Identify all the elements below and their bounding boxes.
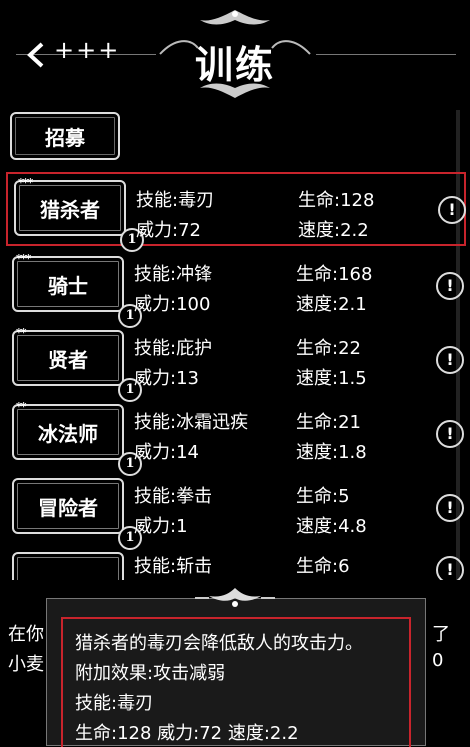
info-icon[interactable]: ! <box>436 272 464 300</box>
bg-dialog-text: 在你 <box>8 624 44 645</box>
info-icon[interactable]: ! <box>436 346 464 374</box>
unit-speed: 速度:1.5 <box>296 368 367 389</box>
unit-card[interactable]: ** 冰法师 1 <box>12 400 142 476</box>
bg-dialog-text: 小麦 <box>8 654 44 675</box>
back-button[interactable] <box>24 40 48 70</box>
tooltip-stats: 生命:128 威力:72 速度:2.2 <box>75 723 299 744</box>
unit-power: 威力:13 <box>134 368 199 389</box>
page-title: 训练 <box>194 42 275 87</box>
info-icon[interactable]: ! <box>438 196 466 224</box>
unit-hp: 生命:6 <box>296 556 350 577</box>
unit-skill: 技能:冲锋 <box>134 264 213 285</box>
unit-card[interactable]: *** 猎杀者 1 <box>14 176 144 252</box>
unit-name: 贤者 <box>48 347 88 372</box>
unit-rank-stars: *** <box>18 176 33 189</box>
unit-skill: 技能:拳击 <box>134 486 213 507</box>
unit-power: 威力:1 <box>134 516 188 537</box>
header-bar: +++ 训练 <box>0 0 470 104</box>
chevron-left-icon <box>27 42 44 68</box>
rank-stars: +++ <box>54 36 121 64</box>
unit-card[interactable]: 战士 <box>12 552 124 580</box>
unit-rank-stars: ** <box>16 326 26 339</box>
unit-row-sage[interactable]: ** 贤者 1 技能:庇护 威力:13 生命:22 速度:1.5 ! <box>6 324 466 402</box>
unit-speed: 速度:2.1 <box>296 294 367 315</box>
unit-hp: 生命:128 <box>298 190 375 211</box>
tooltip-highlight: 猎杀者的毒刃会降低敌人的攻击力。 附加效果:攻击减弱 技能:毒刃 生命:128 … <box>61 617 411 747</box>
unit-speed: 速度:2.2 <box>298 220 369 241</box>
unit-hp: 生命:22 <box>296 338 361 359</box>
bg-dialog-text: 0 <box>432 650 444 671</box>
unit-card[interactable]: *** 骑士 1 <box>12 252 142 328</box>
unit-skill: 技能:斩击 <box>134 556 213 577</box>
unit-power: 威力:14 <box>134 442 199 463</box>
unit-hp: 生命:5 <box>296 486 350 507</box>
unit-speed: 速度:1.8 <box>296 442 367 463</box>
recruit-button[interactable]: 招募 <box>10 112 120 160</box>
unit-name: 猎杀者 <box>40 197 100 222</box>
bg-dialog-text: 了 <box>432 624 450 645</box>
unit-power: 威力:100 <box>134 294 211 315</box>
unit-name: 冒险者 <box>38 495 98 520</box>
tooltip-description: 猎杀者的毒刃会降低敌人的攻击力。 <box>75 633 363 654</box>
unit-skill: 技能:冰霜迅疾 <box>134 412 249 433</box>
tooltip-effect: 附加效果:攻击减弱 <box>75 663 226 684</box>
unit-name: 骑士 <box>48 273 88 298</box>
unit-row-adventurer[interactable]: 冒险者 1 技能:拳击 威力:1 生命:5 速度:4.8 ! <box>6 472 466 550</box>
unit-hp: 生命:21 <box>296 412 361 433</box>
unit-tooltip: 猎杀者的毒刃会降低敌人的攻击力。 附加效果:攻击减弱 技能:毒刃 生命:128 … <box>46 598 426 747</box>
unit-name: 冰法师 <box>38 421 98 446</box>
unit-speed: 速度:4.8 <box>296 516 367 537</box>
unit-row-ice-mage[interactable]: ** 冰法师 1 技能:冰霜迅疾 威力:14 生命:21 速度:1.8 ! <box>6 398 466 476</box>
tooltip-ornament-icon <box>195 588 275 607</box>
unit-row-warrior[interactable]: 战士 技能:斩击 生命:6 ! <box>6 546 466 580</box>
unit-rank-stars: ** <box>16 400 26 413</box>
info-icon[interactable]: ! <box>436 420 464 448</box>
unit-rank-stars: *** <box>16 252 31 265</box>
info-icon[interactable]: ! <box>436 556 464 580</box>
unit-name: 战士 <box>48 576 88 581</box>
unit-hp: 生命:168 <box>296 264 373 285</box>
unit-skill: 技能:庇护 <box>134 338 213 359</box>
info-icon[interactable]: ! <box>436 494 464 522</box>
unit-row-hunter[interactable]: *** 猎杀者 1 技能:毒刃 威力:72 生命:128 速度:2.2 ! <box>6 172 466 252</box>
header-divider-right <box>316 54 456 55</box>
unit-power: 威力:72 <box>136 220 201 241</box>
tooltip-skill: 技能:毒刃 <box>75 693 154 714</box>
unit-card[interactable]: 冒险者 1 <box>12 478 142 550</box>
unit-skill: 技能:毒刃 <box>136 190 215 211</box>
unit-card[interactable]: ** 贤者 1 <box>12 326 142 402</box>
unit-row-knight[interactable]: *** 骑士 1 技能:冲锋 威力:100 生命:168 速度:2.1 ! <box>6 250 466 328</box>
